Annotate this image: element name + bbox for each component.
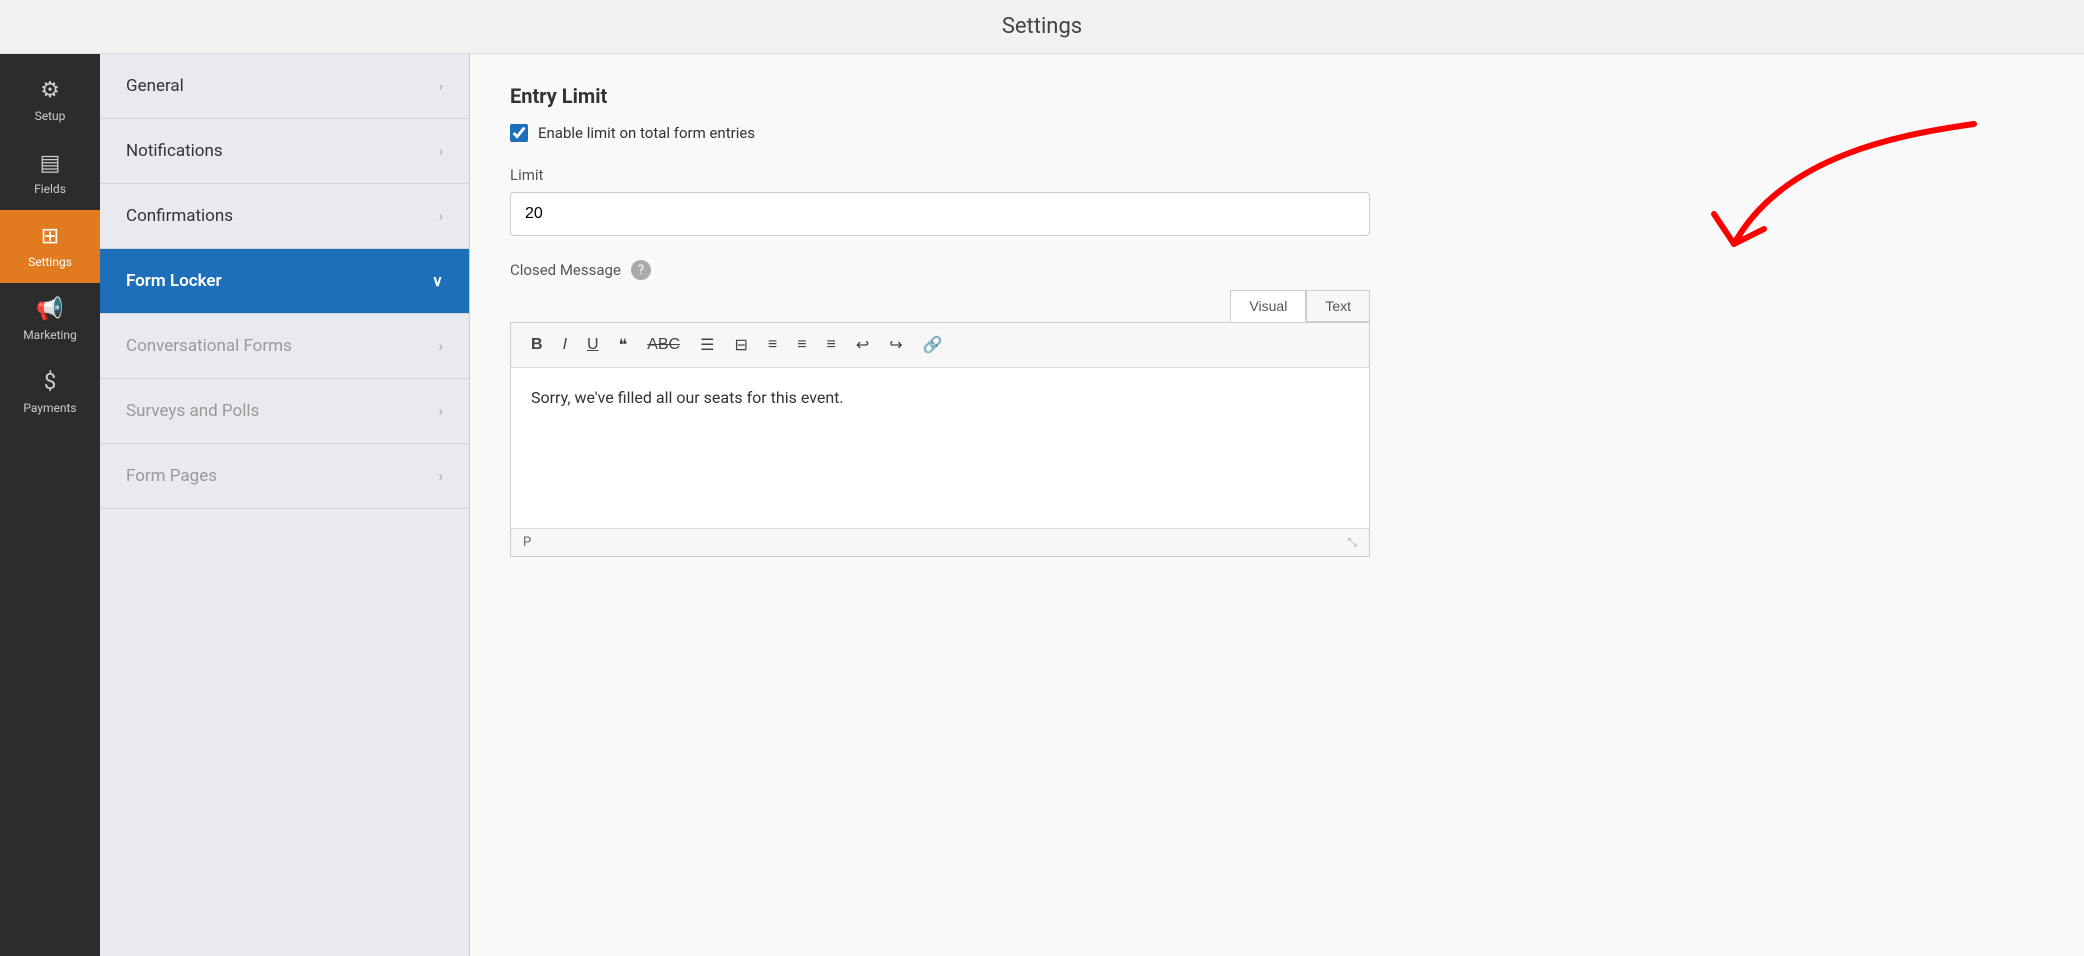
chevron-right-icon: ›	[438, 207, 443, 225]
editor-toolbar: B I U ❝ ABC ☰ ⊟ ≡ ≡ ≡ ↩ ↪ 🔗	[511, 323, 1369, 368]
sidebar-item-form-locker[interactable]: Form Locker ∨	[100, 249, 469, 314]
editor-tabs: Visual Text	[510, 290, 1370, 322]
entry-limit-title: Entry Limit	[510, 84, 2044, 108]
payments-icon: $	[44, 370, 56, 395]
bold-button[interactable]: B	[523, 332, 551, 358]
enable-limit-checkbox[interactable]	[510, 124, 528, 142]
closed-message-label: Closed Message	[510, 261, 621, 279]
marketing-icon: 📢	[36, 297, 63, 322]
align-center-button[interactable]: ≡	[789, 332, 814, 358]
enable-limit-label[interactable]: Enable limit on total form entries	[538, 124, 755, 142]
nav-item-payments[interactable]: $ Payments	[0, 356, 100, 429]
sidebar-label-general: General	[126, 76, 184, 96]
nav-label-settings: Settings	[28, 255, 72, 269]
underline-button[interactable]: U	[579, 332, 607, 358]
undo-button[interactable]: ↩	[848, 331, 877, 359]
chevron-right-icon: ›	[438, 77, 443, 95]
sidebar-label-form-locker: Form Locker	[126, 271, 222, 291]
tab-visual[interactable]: Visual	[1230, 290, 1306, 322]
chevron-right-icon: ›	[438, 337, 443, 355]
nav-item-marketing[interactable]: 📢 Marketing	[0, 283, 100, 356]
nav-label-setup: Setup	[35, 109, 66, 123]
italic-button[interactable]: I	[555, 332, 575, 358]
page-title: Settings	[1002, 14, 1082, 39]
limit-label: Limit	[510, 166, 2044, 184]
sidebar-item-conversational-forms[interactable]: Conversational Forms ›	[100, 314, 469, 379]
nav-item-setup[interactable]: ⚙ Setup	[0, 64, 100, 137]
page-header: Settings	[0, 0, 2084, 54]
settings-icon: ⊞	[41, 224, 59, 249]
sidebar-item-form-pages[interactable]: Form Pages ›	[100, 444, 469, 509]
limit-input[interactable]	[510, 192, 1370, 236]
sidebar-label-confirmations: Confirmations	[126, 206, 233, 226]
sidebar-item-general[interactable]: General ›	[100, 54, 469, 119]
strikethrough-button[interactable]: ABC	[639, 332, 688, 358]
left-nav: ⚙ Setup ▤ Fields ⊞ Settings 📢 Marketing …	[0, 54, 100, 956]
ordered-list-button[interactable]: ⊟	[726, 331, 755, 359]
editor-content: Sorry, we've filled all our seats for th…	[531, 388, 844, 407]
align-left-button[interactable]: ≡	[760, 332, 785, 358]
sidebar-label-form-pages: Form Pages	[126, 466, 217, 486]
help-icon[interactable]: ?	[631, 260, 651, 280]
sidebar-item-surveys-and-polls[interactable]: Surveys and Polls ›	[100, 379, 469, 444]
unordered-list-button[interactable]: ☰	[692, 331, 722, 359]
chevron-right-icon: ›	[438, 467, 443, 485]
sidebar-item-notifications[interactable]: Notifications ›	[100, 119, 469, 184]
editor-footer: P ⤡	[511, 528, 1369, 556]
nav-label-payments: Payments	[23, 401, 76, 415]
resize-handle[interactable]: ⤡	[1347, 535, 1357, 550]
chevron-right-icon: ›	[438, 142, 443, 160]
blockquote-button[interactable]: ❝	[611, 331, 636, 359]
fields-icon: ▤	[40, 151, 61, 176]
editor-footer-tag: P	[523, 535, 531, 550]
sidebar-label-notifications: Notifications	[126, 141, 223, 161]
align-right-button[interactable]: ≡	[819, 332, 844, 358]
nav-item-fields[interactable]: ▤ Fields	[0, 137, 100, 210]
chevron-down-icon: ∨	[432, 272, 443, 290]
sidebar-label-conversational-forms: Conversational Forms	[126, 336, 292, 356]
nav-label-marketing: Marketing	[23, 328, 77, 342]
sidebar-label-surveys-and-polls: Surveys and Polls	[126, 401, 259, 421]
tab-text[interactable]: Text	[1306, 290, 1370, 322]
link-button[interactable]: 🔗	[915, 331, 951, 359]
redo-button[interactable]: ↪	[881, 331, 910, 359]
sidebar-item-confirmations[interactable]: Confirmations ›	[100, 184, 469, 249]
rich-text-editor: B I U ❝ ABC ☰ ⊟ ≡ ≡ ≡ ↩ ↪ 🔗 Sorry, we've…	[510, 322, 1370, 557]
chevron-right-icon: ›	[438, 402, 443, 420]
closed-message-row: Closed Message ?	[510, 260, 2044, 280]
nav-label-fields: Fields	[34, 182, 66, 196]
enable-limit-row: Enable limit on total form entries	[510, 124, 2044, 142]
sidebar: General › Notifications › Confirmations …	[100, 54, 470, 956]
setup-icon: ⚙	[40, 78, 60, 103]
editor-body[interactable]: Sorry, we've filled all our seats for th…	[511, 368, 1369, 528]
nav-item-settings[interactable]: ⊞ Settings	[0, 210, 100, 283]
main-content: Entry Limit Enable limit on total form e…	[470, 54, 2084, 956]
